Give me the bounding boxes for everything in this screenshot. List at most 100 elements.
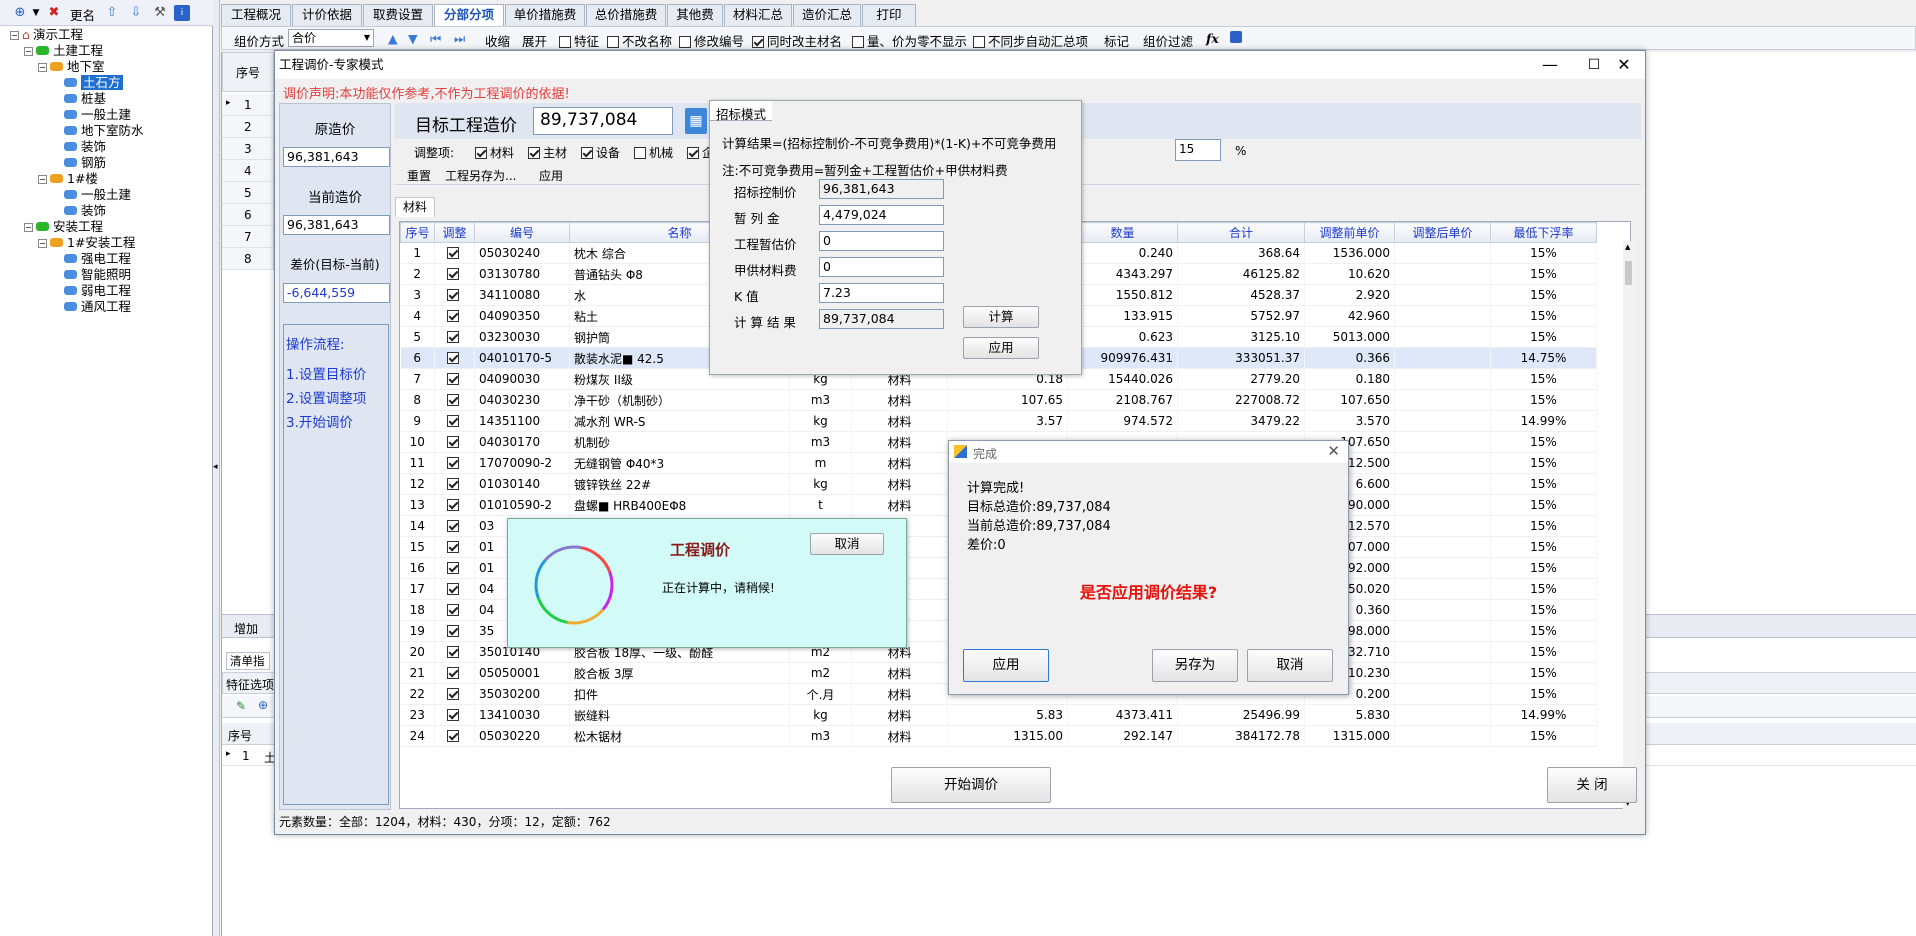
tree-node[interactable]: 土石方 bbox=[52, 75, 123, 91]
save-project-as-button[interactable]: 工程另存为... bbox=[445, 167, 516, 184]
save-as-button[interactable]: 另存为 bbox=[1152, 649, 1238, 682]
main-tab[interactable]: 单价措施费 bbox=[505, 4, 585, 26]
move-down-icon[interactable]: ⇩ bbox=[128, 5, 144, 21]
row-adjust-checkbox[interactable] bbox=[447, 709, 459, 721]
row-adjust-checkbox[interactable] bbox=[447, 415, 459, 427]
main-table-row[interactable]: 4 bbox=[222, 160, 274, 182]
cell-after[interactable] bbox=[1394, 557, 1491, 579]
tree-node[interactable]: − 地下室 bbox=[38, 59, 105, 75]
calculator-icon[interactable]: ▦ bbox=[685, 108, 707, 134]
main-table-row[interactable]: 5 bbox=[222, 182, 274, 204]
cell-after[interactable] bbox=[1394, 704, 1491, 726]
adjust-checkbox-cell[interactable] bbox=[434, 683, 475, 705]
sync-main-material-checkbox[interactable]: 同时改主材名 bbox=[752, 31, 842, 50]
tree-toggle-icon[interactable]: − bbox=[24, 47, 33, 56]
cell-after[interactable] bbox=[1394, 347, 1491, 369]
adjust-checkbox-cell[interactable] bbox=[434, 641, 475, 663]
main-tab[interactable]: 总价措施费 bbox=[586, 4, 666, 26]
cell-after[interactable] bbox=[1394, 662, 1491, 684]
cell-after[interactable] bbox=[1394, 452, 1491, 474]
row-adjust-checkbox[interactable] bbox=[447, 688, 459, 700]
main-tab[interactable]: 工程概况 bbox=[221, 4, 291, 26]
percent-input[interactable]: 15 bbox=[1175, 139, 1221, 161]
row-adjust-checkbox[interactable] bbox=[447, 352, 459, 364]
column-header[interactable]: 序号 bbox=[400, 222, 435, 243]
tree-node[interactable]: 强电工程 bbox=[52, 251, 131, 267]
column-header[interactable]: 调整 bbox=[434, 222, 475, 243]
cell-after[interactable] bbox=[1394, 494, 1491, 516]
add-button[interactable]: 增加 bbox=[234, 620, 258, 637]
add-icon[interactable]: ⊕ bbox=[258, 698, 268, 712]
row-adjust-checkbox[interactable] bbox=[447, 289, 459, 301]
cell-after[interactable] bbox=[1394, 620, 1491, 642]
main-tab[interactable]: 计价依据 bbox=[292, 4, 362, 26]
column-header[interactable]: 最低下浮率 bbox=[1490, 222, 1597, 243]
adjust-checkbox-cell[interactable] bbox=[434, 368, 475, 390]
main-tab[interactable]: 其他费 bbox=[667, 4, 723, 26]
tree-node[interactable]: − ⌂ 演示工程 bbox=[10, 27, 83, 43]
tree-node[interactable]: 桩基 bbox=[52, 91, 106, 107]
adjust-checkbox-cell[interactable] bbox=[434, 389, 475, 411]
tree-node[interactable]: 装饰 bbox=[52, 203, 106, 219]
column-header[interactable]: 数量 bbox=[1067, 222, 1178, 243]
table-row[interactable]: 24 05030220 松木锯材 m3 材料 1315.00 292.147 384172.7… bbox=[400, 725, 1597, 747]
modify-code-checkbox[interactable]: 修改编号 bbox=[679, 31, 744, 50]
cell-after[interactable] bbox=[1394, 263, 1491, 285]
adjust-checkbox-cell[interactable] bbox=[434, 578, 475, 600]
row-adjust-checkbox[interactable] bbox=[447, 646, 459, 658]
row-adjust-checkbox[interactable] bbox=[447, 331, 459, 343]
apply-toolbar-button[interactable]: 应用 bbox=[539, 167, 563, 184]
row-adjust-checkbox[interactable] bbox=[447, 247, 459, 259]
no-rename-checkbox[interactable]: 不改名称 bbox=[607, 31, 672, 50]
expand-button[interactable]: 展开 bbox=[522, 31, 547, 50]
tools-icon[interactable]: ⚒ bbox=[152, 5, 168, 21]
rename-button[interactable]: 更名 bbox=[70, 5, 95, 24]
reset-button[interactable]: 重置 bbox=[407, 167, 431, 184]
minimize-icon[interactable]: — bbox=[1535, 55, 1565, 75]
tree-node[interactable]: 通风工程 bbox=[52, 299, 131, 315]
tree-node[interactable]: 智能照明 bbox=[52, 267, 131, 283]
row-adjust-checkbox[interactable] bbox=[447, 562, 459, 574]
row-adjust-checkbox[interactable] bbox=[447, 478, 459, 490]
tree-node[interactable]: 一般土建 bbox=[52, 187, 131, 203]
cell-after[interactable] bbox=[1394, 368, 1491, 390]
adjust-item-checkbox[interactable]: 材料 bbox=[475, 144, 514, 161]
main-table-row[interactable]: 6 bbox=[222, 204, 274, 226]
adjust-checkbox-cell[interactable] bbox=[434, 494, 475, 516]
adjust-checkbox-cell[interactable] bbox=[434, 242, 475, 264]
adjust-checkbox-cell[interactable] bbox=[434, 725, 475, 747]
adjust-checkbox-cell[interactable] bbox=[434, 284, 475, 306]
main-tab[interactable]: 打印 bbox=[862, 4, 916, 26]
column-header[interactable]: 调整前单价 bbox=[1304, 222, 1395, 243]
adjust-item-checkbox[interactable]: 主材 bbox=[528, 144, 567, 161]
cancel-button[interactable]: 取消 bbox=[1247, 649, 1333, 682]
main-table-row[interactable]: 2 bbox=[222, 116, 274, 138]
tree-node[interactable]: − 安装工程 bbox=[24, 219, 103, 235]
start-adjust-button[interactable]: 开始调价 bbox=[891, 767, 1051, 803]
adjust-checkbox-cell[interactable] bbox=[434, 536, 475, 558]
collapse-button[interactable]: 收缩 bbox=[485, 31, 510, 50]
row-adjust-checkbox[interactable] bbox=[447, 268, 459, 280]
tree-toggle-icon[interactable]: − bbox=[24, 223, 33, 232]
adjust-checkbox-cell[interactable] bbox=[434, 704, 475, 726]
group-mode-select[interactable]: 合价 ▼ bbox=[288, 29, 374, 47]
cell-after[interactable] bbox=[1394, 578, 1491, 600]
tree-toggle-icon[interactable]: − bbox=[10, 31, 19, 40]
main-tab[interactable]: 分部分项 bbox=[434, 4, 504, 27]
adjust-item-checkbox[interactable]: 机械 bbox=[634, 144, 673, 161]
edit-icon[interactable]: ✎ bbox=[236, 699, 246, 713]
close-icon[interactable]: ✕ bbox=[1327, 442, 1340, 460]
adjust-checkbox-cell[interactable] bbox=[434, 326, 475, 348]
tree-toggle-icon[interactable]: − bbox=[38, 63, 47, 72]
calculate-button[interactable]: 计算 bbox=[963, 306, 1039, 328]
adjust-checkbox-cell[interactable] bbox=[434, 557, 475, 579]
row-adjust-checkbox[interactable] bbox=[447, 310, 459, 322]
row-adjust-checkbox[interactable] bbox=[447, 457, 459, 469]
tab-material[interactable]: 材料 bbox=[395, 197, 435, 217]
column-header[interactable]: 调整后单价 bbox=[1394, 222, 1491, 243]
main-table-row[interactable]: ▸ 1 bbox=[222, 94, 274, 116]
adjust-checkbox-cell[interactable] bbox=[434, 599, 475, 621]
row-adjust-checkbox[interactable] bbox=[447, 373, 459, 385]
row-adjust-checkbox[interactable] bbox=[447, 541, 459, 553]
main-tab[interactable]: 造价汇总 bbox=[793, 4, 861, 26]
